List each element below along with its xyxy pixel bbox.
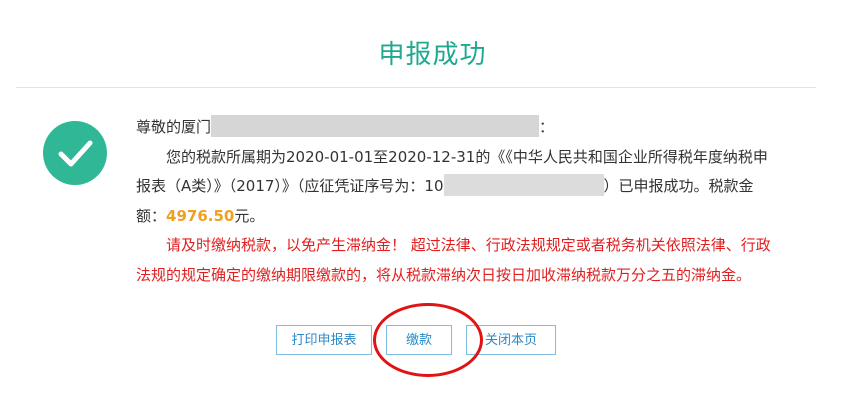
message-line-2-prefix: 报表（A类）》（2017）》（应征凭证序号为：10 — [136, 177, 444, 195]
greeting-suffix: ： — [539, 118, 555, 136]
message-line-3: 额：4976.50元。 — [136, 202, 806, 232]
greeting-line: 尊敬的厦门 ： — [136, 113, 806, 143]
redacted-voucher-number — [443, 174, 604, 196]
page-title: 申报成功 — [378, 40, 487, 70]
check-icon — [58, 140, 93, 167]
message-line-2: 报表（A类）》（2017）》（应征凭证序号为：10 ）已申报成功。税款金 — [136, 172, 806, 202]
greeting-prefix: 尊敬的厦门 — [136, 118, 212, 136]
redacted-taxpayer-name — [211, 115, 540, 137]
amount-label: 额： — [136, 206, 167, 225]
result-message: 尊敬的厦门 ： 您的税款所属期为2020-01-01至2020-12-31的《《中… — [136, 113, 806, 290]
pay-tax-button[interactable]: 缴款 — [386, 325, 452, 355]
success-check-icon — [43, 121, 107, 185]
action-buttons: 打印申报表 缴款 关闭本页 — [276, 325, 556, 355]
title-divider — [16, 87, 816, 88]
print-return-button[interactable]: 打印申报表 — [276, 325, 372, 355]
warning-line-2: 法规的规定确定的缴纳期限缴款的，将从税款滞纳次日按日加收滞纳税款万分之五的滞纳金… — [136, 265, 752, 284]
amount-unit: 元。 — [234, 206, 265, 225]
message-line-1: 您的税款所属期为2020-01-01至2020-12-31的《《中华人民共和国企… — [166, 147, 768, 166]
message-line-2-suffix: ）已申报成功。税款金 — [603, 177, 754, 195]
close-page-button[interactable]: 关闭本页 — [466, 325, 556, 355]
tax-amount: 4976.50 — [166, 206, 235, 225]
warning-line-1: 请及时缴纳税款，以免产生滞纳金！ 超过法律、行政法规规定或者税务机关依照法律、行… — [166, 236, 771, 254]
